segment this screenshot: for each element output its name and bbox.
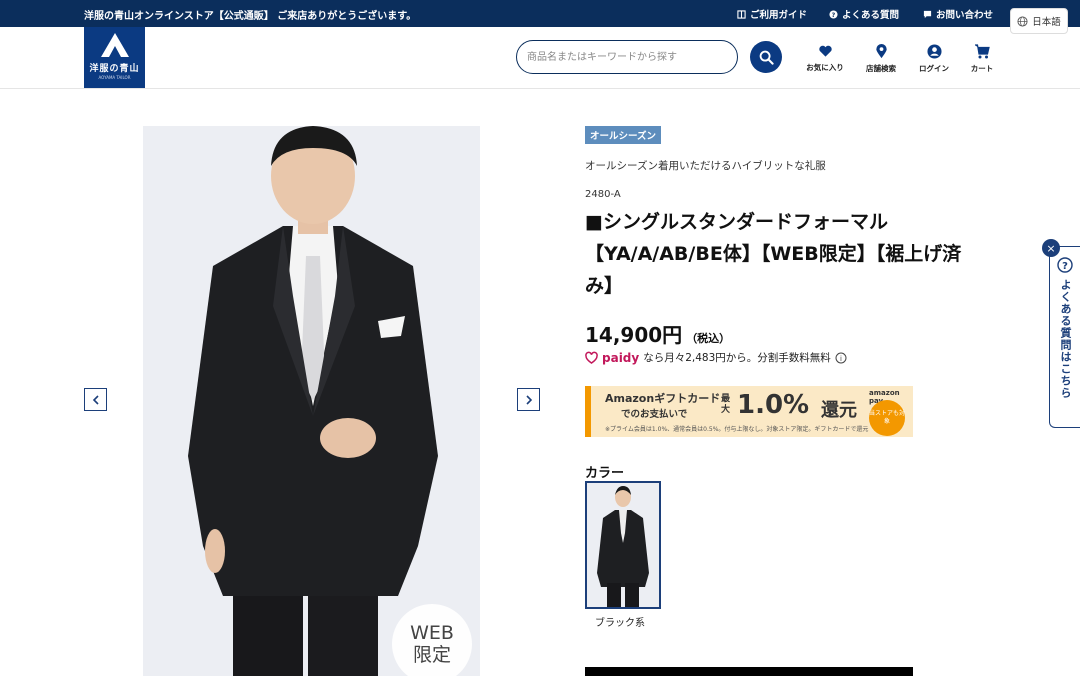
question-icon: ? <box>829 9 838 19</box>
amazon-back: 還元 <box>821 400 857 421</box>
logo-subtext: AOYAMA TAILOR <box>98 75 131 80</box>
language-selector[interactable]: 日本語 <box>1010 8 1068 34</box>
guide-link[interactable]: ご利用ガイド <box>737 7 807 21</box>
top-bar: 洋服の青山オンラインストア【公式通販】 ご来店ありがとうございます。 ご利用ガイ… <box>0 0 1080 27</box>
info-icon[interactable]: i <box>835 352 847 364</box>
amazon-note: ※プライム会員は1.0%、通常会員は0.5%。付与上限なし。対象ストア限定。ギフ… <box>605 426 869 433</box>
amazon-line1: Amazonギフトカード <box>605 392 721 405</box>
search-icon <box>759 50 774 65</box>
heart-icon <box>818 45 832 57</box>
paidy-logo-icon <box>585 351 598 364</box>
web-limited-badge: WEB 限定 <box>392 604 472 676</box>
price-value: 14,900円 <box>585 323 683 347</box>
guide-icon <box>737 9 746 19</box>
user-icon <box>926 44 942 59</box>
amazon-line2: でのお支払いで <box>621 409 688 420</box>
login-label: ログイン <box>919 64 949 73</box>
amazon-store-badge: 当ストアも対象 <box>869 400 905 436</box>
swatch-thumbnail <box>587 483 659 607</box>
amazon-rate: 1.0% <box>737 390 810 420</box>
product-main-image: WEB 限定 <box>143 126 480 676</box>
product-price: 14,900円 （税込） <box>585 319 730 348</box>
svg-text:i: i <box>840 355 842 363</box>
model-illustration <box>143 126 480 676</box>
store-search-label: 店舗検索 <box>866 64 896 73</box>
faq-link[interactable]: ? よくある質問 <box>829 7 899 21</box>
faq-side-tab[interactable]: ? よくある質問はこちら <box>1049 246 1080 428</box>
tax-label: （税込） <box>686 332 731 345</box>
guide-link-label: ご利用ガイド <box>750 10 808 21</box>
paidy-installment: paidy なら月々2,483円から。分割手数料無料 i <box>585 350 847 365</box>
color-option-label: ブラック系 <box>595 618 645 629</box>
amazon-max: 最大 <box>721 394 731 415</box>
add-to-cart-bar[interactable] <box>585 667 913 676</box>
contact-link-label: お問い合わせ <box>936 10 994 21</box>
cart-button[interactable]: カート <box>957 44 1007 74</box>
contact-link[interactable]: お問い合わせ <box>923 7 993 21</box>
cart-label: カート <box>970 64 994 73</box>
faq-close-button[interactable]: × <box>1042 239 1060 257</box>
paidy-text: なら月々2,483円から。分割手数料無料 <box>643 352 831 364</box>
svg-text:?: ? <box>832 12 836 19</box>
faq-link-label: よくある質問 <box>842 10 900 21</box>
next-image-button[interactable] <box>517 388 540 411</box>
search-button[interactable] <box>750 41 782 73</box>
badge-web-text: WEB <box>410 622 454 644</box>
favorites-label: お気に入り <box>806 63 844 72</box>
logo-text: 洋服の青山 <box>89 64 140 74</box>
site-header: 洋服の青山 AOYAMA TAILOR お気に入り 店舗検索 ログイン カート <box>0 27 1080 89</box>
faq-side-label: よくある質問はこちら <box>1059 279 1072 399</box>
amazon-pay-banner[interactable]: Amazonギフトカード でのお支払いで 最大 1.0% 還元 amazon p… <box>585 386 913 437</box>
season-tag: オールシーズン <box>585 126 662 144</box>
product-code: 2480-A <box>585 189 621 200</box>
globe-icon <box>1017 15 1028 27</box>
color-label: カラー <box>585 466 625 481</box>
color-swatch-black[interactable] <box>585 481 661 609</box>
chevron-left-icon <box>92 394 99 405</box>
language-label: 日本語 <box>1032 17 1061 28</box>
logo-mark-icon <box>100 33 129 57</box>
paidy-logo-text: paidy <box>602 350 640 365</box>
login-button[interactable]: ログイン <box>909 44 959 74</box>
badge-limited-text: 限定 <box>412 644 451 666</box>
product-subtitle: オールシーズン着用いただけるハイブリットな礼服 <box>585 160 826 172</box>
favorites-button[interactable]: お気に入り <box>800 44 850 73</box>
chevron-right-icon <box>525 394 532 405</box>
svg-text:?: ? <box>1062 261 1068 272</box>
welcome-message: 洋服の青山オンラインストア【公式通販】 ご来店ありがとうございます。 <box>84 11 417 22</box>
store-search-button[interactable]: 店舗検索 <box>856 44 906 74</box>
chat-icon <box>923 10 932 18</box>
map-pin-icon <box>875 44 887 59</box>
cart-icon <box>975 44 990 59</box>
site-logo[interactable]: 洋服の青山 AOYAMA TAILOR <box>84 27 145 88</box>
product-title: ■シングルスタンダードフォーマル【YA/A/AB/BE体】【WEB限定】【裾上げ… <box>585 211 962 297</box>
prev-image-button[interactable] <box>84 388 107 411</box>
question-bubble-icon: ? <box>1057 257 1073 273</box>
search-input[interactable] <box>516 40 738 74</box>
